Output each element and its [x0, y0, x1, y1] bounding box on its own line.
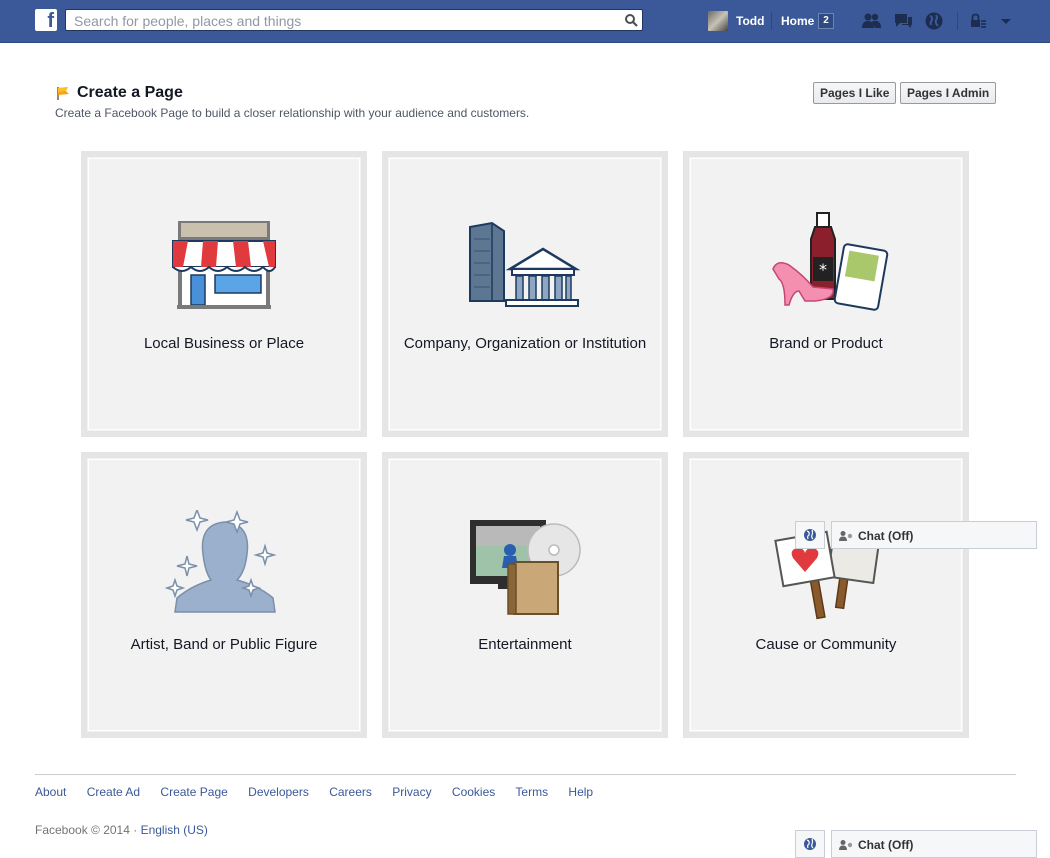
page-subtitle: Create a Facebook Page to build a closer…	[55, 106, 530, 120]
chat-sidebar-bar[interactable]: Chat (Off)	[831, 521, 1037, 549]
footer-link-developers[interactable]: Developers	[248, 785, 309, 799]
globe-icon	[804, 838, 816, 850]
privacy-shortcuts-icon[interactable]	[967, 10, 989, 32]
profile-link[interactable]: Todd	[736, 14, 764, 28]
chat-globe-button[interactable]	[795, 521, 825, 549]
nav-divider	[771, 12, 772, 30]
account-settings-dropdown-icon[interactable]	[995, 10, 1017, 32]
svg-text:*: *	[819, 260, 827, 279]
chat-sidebar-bar[interactable]: Chat (Off)	[831, 830, 1037, 858]
language-link[interactable]: English (US)	[141, 823, 208, 837]
category-tile-brand-product[interactable]: * Brand or Product	[683, 151, 969, 437]
entertainment-icon	[470, 520, 581, 615]
chat-person-icon	[839, 531, 853, 541]
search-icon[interactable]	[624, 13, 638, 27]
copyright-text: Facebook © 2014 ·	[35, 823, 141, 837]
notifications-globe-icon[interactable]	[923, 10, 945, 32]
footer-link-create-ad[interactable]: Create Ad	[87, 785, 140, 799]
category-tile-entertainment[interactable]: Entertainment	[382, 452, 668, 738]
company-building-icon	[469, 221, 581, 307]
category-tile-cause-community[interactable]: Cause or Community	[683, 452, 969, 738]
messages-icon[interactable]	[892, 10, 914, 32]
tile-label: Cause or Community	[755, 636, 897, 653]
category-tile-local-business[interactable]: Local Business or Place	[81, 151, 367, 437]
footer-link-privacy[interactable]: Privacy	[392, 785, 431, 799]
footer-link-create-page[interactable]: Create Page	[160, 785, 227, 799]
tile-label: Entertainment	[478, 636, 572, 653]
chat-globe-button[interactable]	[795, 830, 825, 858]
footer-link-help[interactable]: Help	[568, 785, 593, 799]
facebook-logo-icon[interactable]: f	[35, 9, 57, 32]
search-box[interactable]	[65, 9, 643, 31]
category-tile-artist-band[interactable]: Artist, Band or Public Figure	[81, 452, 367, 738]
storefront-icon	[172, 221, 276, 309]
brand-product-icon: *	[772, 212, 889, 311]
globe-icon	[804, 529, 816, 541]
tile-label: Local Business or Place	[143, 335, 305, 352]
flag-icon	[57, 87, 69, 100]
chat-status-label: Chat (Off)	[858, 529, 914, 543]
footer-link-cookies[interactable]: Cookies	[452, 785, 495, 799]
search-input[interactable]	[72, 12, 616, 30]
tile-label: Brand or Product	[769, 335, 883, 352]
tile-label: Artist, Band or Public Figure	[130, 636, 318, 653]
copyright: Facebook © 2014 · English (US)	[35, 823, 208, 837]
pages-i-like-button[interactable]: Pages I Like	[813, 82, 897, 104]
home-link[interactable]: Home	[781, 14, 814, 28]
pages-i-admin-button[interactable]: Pages I Admin	[900, 82, 997, 104]
avatar[interactable]	[708, 11, 728, 31]
chat-person-icon	[839, 840, 853, 850]
footer-links: About Create Ad Create Page Developers C…	[35, 785, 610, 799]
footer-link-terms[interactable]: Terms	[515, 785, 548, 799]
footer-link-about[interactable]: About	[35, 785, 66, 799]
home-count-badge: 2	[818, 13, 834, 29]
chat-status-label: Chat (Off)	[858, 838, 914, 852]
nav-divider	[957, 12, 958, 30]
footer-link-careers[interactable]: Careers	[329, 785, 372, 799]
top-navigation-bar: f Todd Home 2	[0, 0, 1050, 43]
category-tile-company[interactable]: Company, Organization or Institution	[382, 151, 668, 437]
footer-divider	[35, 774, 1016, 775]
friend-requests-icon[interactable]	[860, 10, 882, 32]
tile-label: Company, Organization or Institution	[403, 335, 647, 352]
artist-silhouette-icon	[164, 510, 277, 613]
page-title: Create a Page	[77, 84, 183, 101]
